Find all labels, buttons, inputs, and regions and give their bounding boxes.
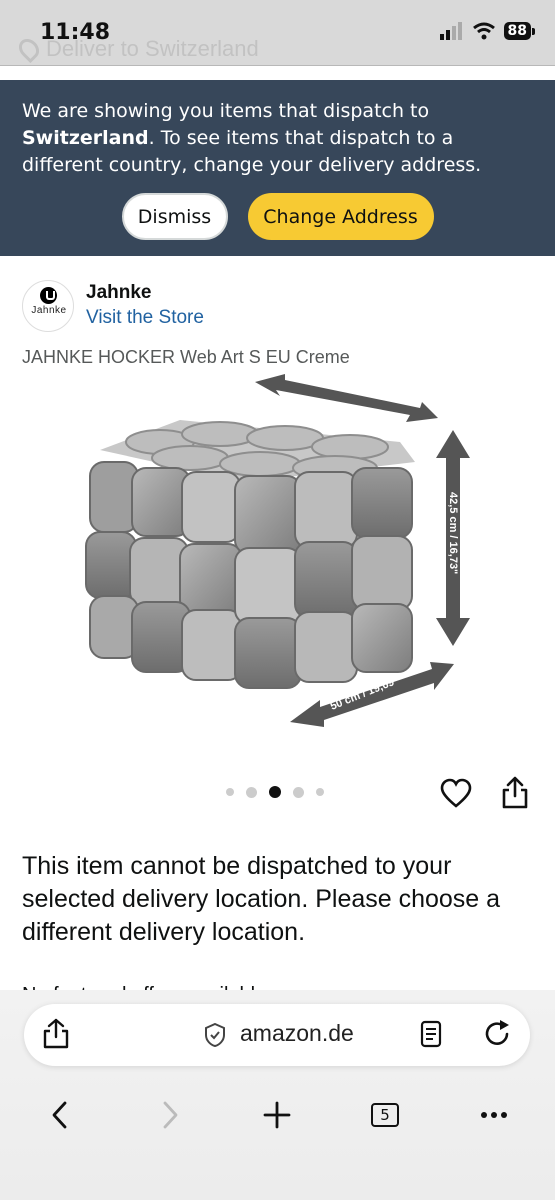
carousel-dot[interactable] [226, 788, 234, 796]
share-icon[interactable] [500, 776, 530, 810]
lock-icon [205, 1023, 225, 1047]
product-image[interactable]: 50 cm / 19,69" 42,5 cm / 16,73" 50 cm / … [70, 372, 490, 742]
reload-icon[interactable] [482, 1019, 512, 1049]
reader-icon[interactable] [420, 1020, 442, 1048]
change-address-button[interactable]: Change Address [247, 193, 434, 240]
tabs-button[interactable]: 5 [371, 1100, 399, 1130]
url-text[interactable]: amazon.de [240, 1020, 354, 1047]
status-time: 11:48 [40, 20, 111, 45]
banner-text: We are showing you items that dispatch t… [22, 100, 482, 176]
dismiss-button[interactable]: Dismiss [121, 193, 228, 240]
forward-icon[interactable] [160, 1100, 180, 1130]
carousel-dots[interactable] [226, 786, 324, 798]
more-icon[interactable] [480, 1100, 508, 1130]
carousel-dot[interactable] [293, 786, 304, 798]
carousel-dot[interactable] [246, 786, 257, 798]
dim-side-label: 42,5 cm / 16,73" [447, 492, 459, 574]
plus-icon[interactable] [263, 1100, 291, 1130]
status-bar: Deliver to Switzerland 11:48 88 [0, 0, 555, 66]
visit-store-link[interactable]: Visit the Store [86, 305, 204, 331]
product-title: JAHNKE HOCKER Web Art S EU Creme [22, 347, 350, 367]
wifi-icon [472, 22, 495, 40]
back-icon[interactable] [50, 1100, 70, 1130]
tabs-icon: 5 [371, 1103, 399, 1127]
carousel-dot[interactable] [316, 788, 324, 796]
address-bar[interactable]: amazon.de [24, 1004, 530, 1066]
signal-icon [439, 22, 462, 40]
delivery-banner: We are showing you items that dispatch t… [0, 80, 555, 256]
share-icon[interactable] [42, 1018, 70, 1050]
location-pin-icon [14, 34, 44, 64]
store-logo[interactable]: Jahnke [22, 280, 74, 332]
battery-icon: 88 [503, 22, 536, 40]
carousel-dot-active[interactable] [269, 786, 281, 798]
delivery-message: This item cannot be dispatched to your s… [22, 852, 501, 946]
store-header: Jahnke Jahnke Visit the Store [22, 280, 204, 332]
browser-toolbar: 5 [0, 1090, 555, 1140]
heart-icon[interactable] [440, 778, 472, 810]
status-icons: 88 [439, 22, 536, 40]
store-name: Jahnke [86, 282, 152, 303]
